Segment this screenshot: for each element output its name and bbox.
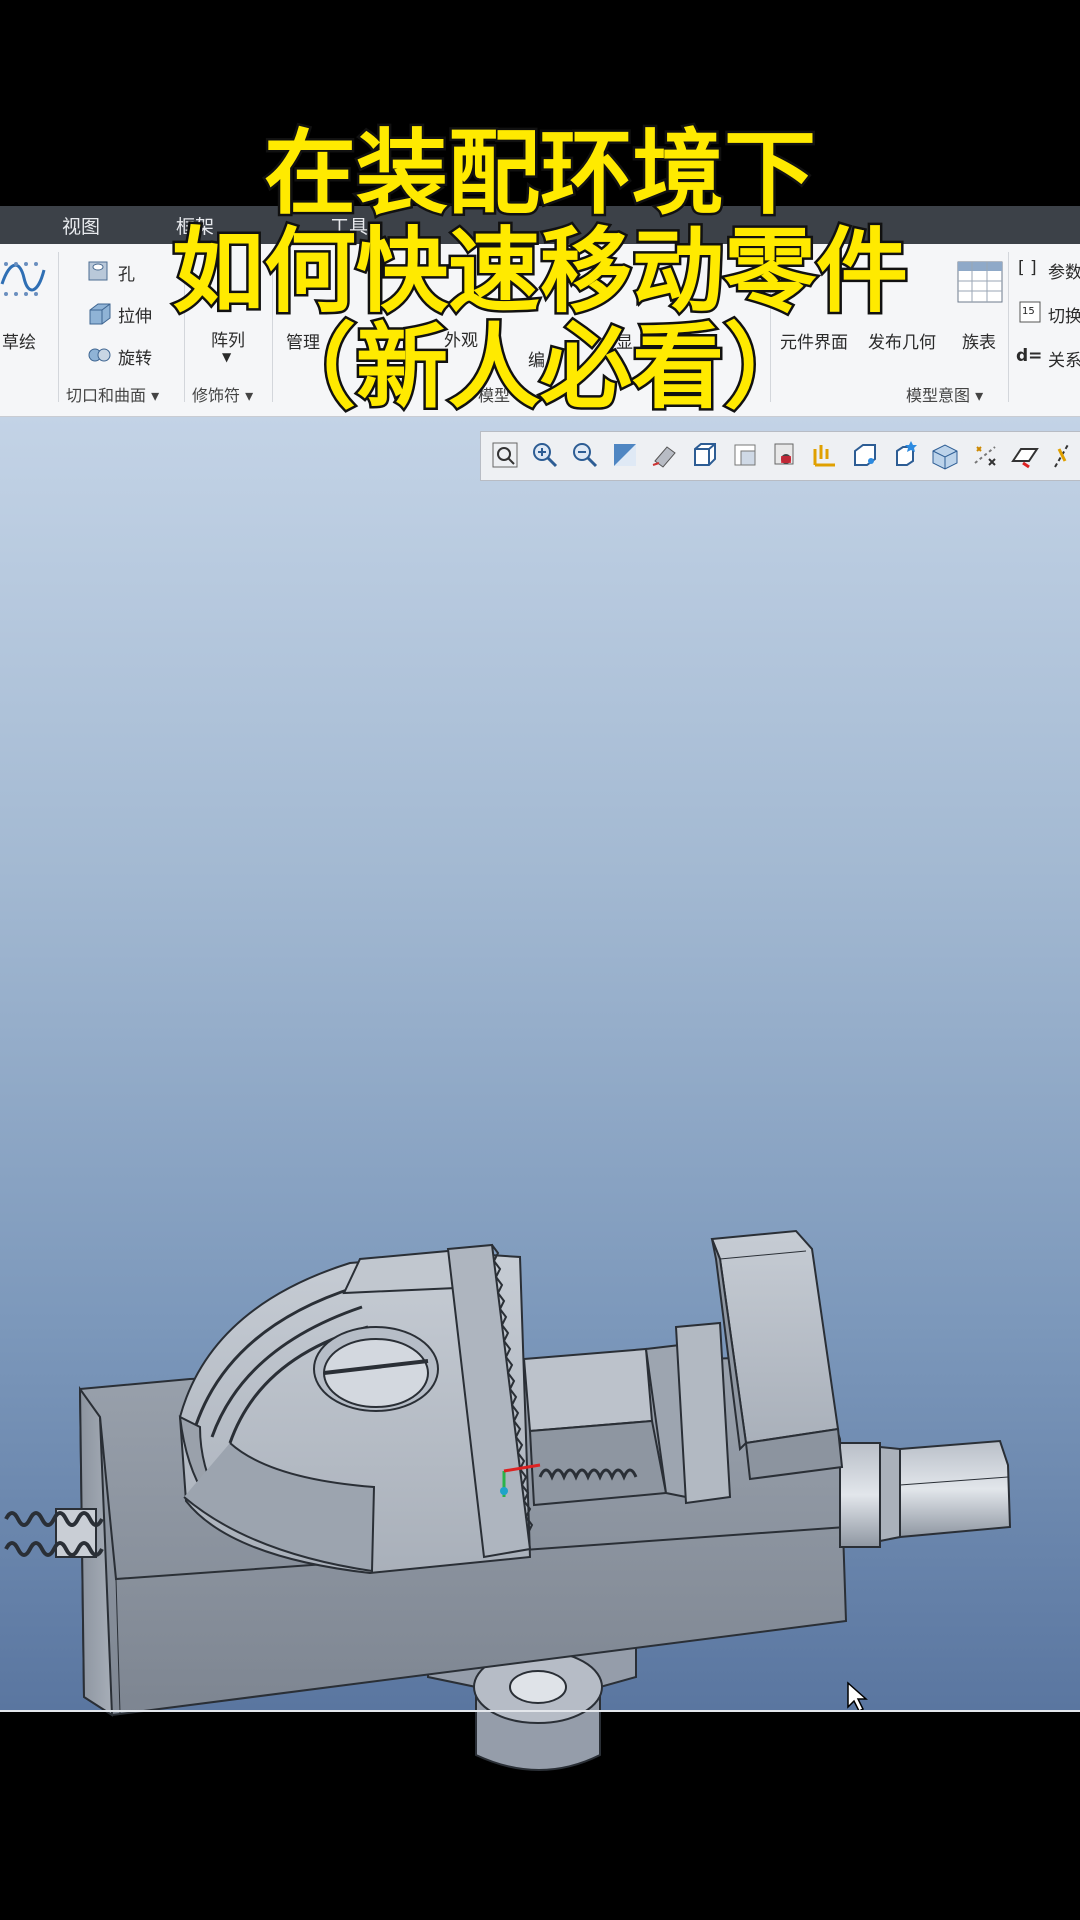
zoom-out-icon[interactable] — [569, 439, 601, 471]
orient-icon[interactable] — [649, 439, 681, 471]
slide-block — [522, 1321, 732, 1507]
datum-display-icon[interactable] — [809, 439, 841, 471]
caption-line-2: 如何快速移动零件 — [169, 218, 910, 325]
display-style-icon[interactable] — [729, 439, 761, 471]
zoom-in-icon[interactable] — [529, 439, 561, 471]
right-shaft — [839, 1439, 1012, 1548]
caption-line-1: 在装配环境下 — [261, 120, 818, 227]
point-icon[interactable] — [969, 439, 1001, 471]
left-spring — [4, 1508, 104, 1558]
graphics-viewport[interactable] — [0, 417, 1080, 1771]
spin-center-icon[interactable] — [849, 439, 881, 471]
axis-icon[interactable] — [1049, 439, 1080, 471]
view-toolbar — [480, 431, 1080, 481]
refit-icon[interactable] — [489, 439, 521, 471]
caption-line-3: （新人必看） — [261, 314, 818, 421]
annotation-icon[interactable] — [889, 439, 921, 471]
vise-assembly-model[interactable] — [0, 997, 1080, 1797]
mouse-cursor-icon — [847, 1681, 868, 1713]
cad-application: 视图 框架 工具 草绘 孔 拉伸 旋转 切口和曲面 ▾ 阵列 ▼ 修饰符 ▾ 管… — [0, 206, 1080, 1771]
saved-views-icon[interactable] — [689, 439, 721, 471]
repaint-icon[interactable] — [609, 439, 641, 471]
plane-icon[interactable] — [1009, 439, 1041, 471]
perspective-icon[interactable] — [769, 439, 801, 471]
viewport-bottom-border — [0, 1710, 1080, 1712]
section-icon[interactable] — [929, 439, 961, 471]
